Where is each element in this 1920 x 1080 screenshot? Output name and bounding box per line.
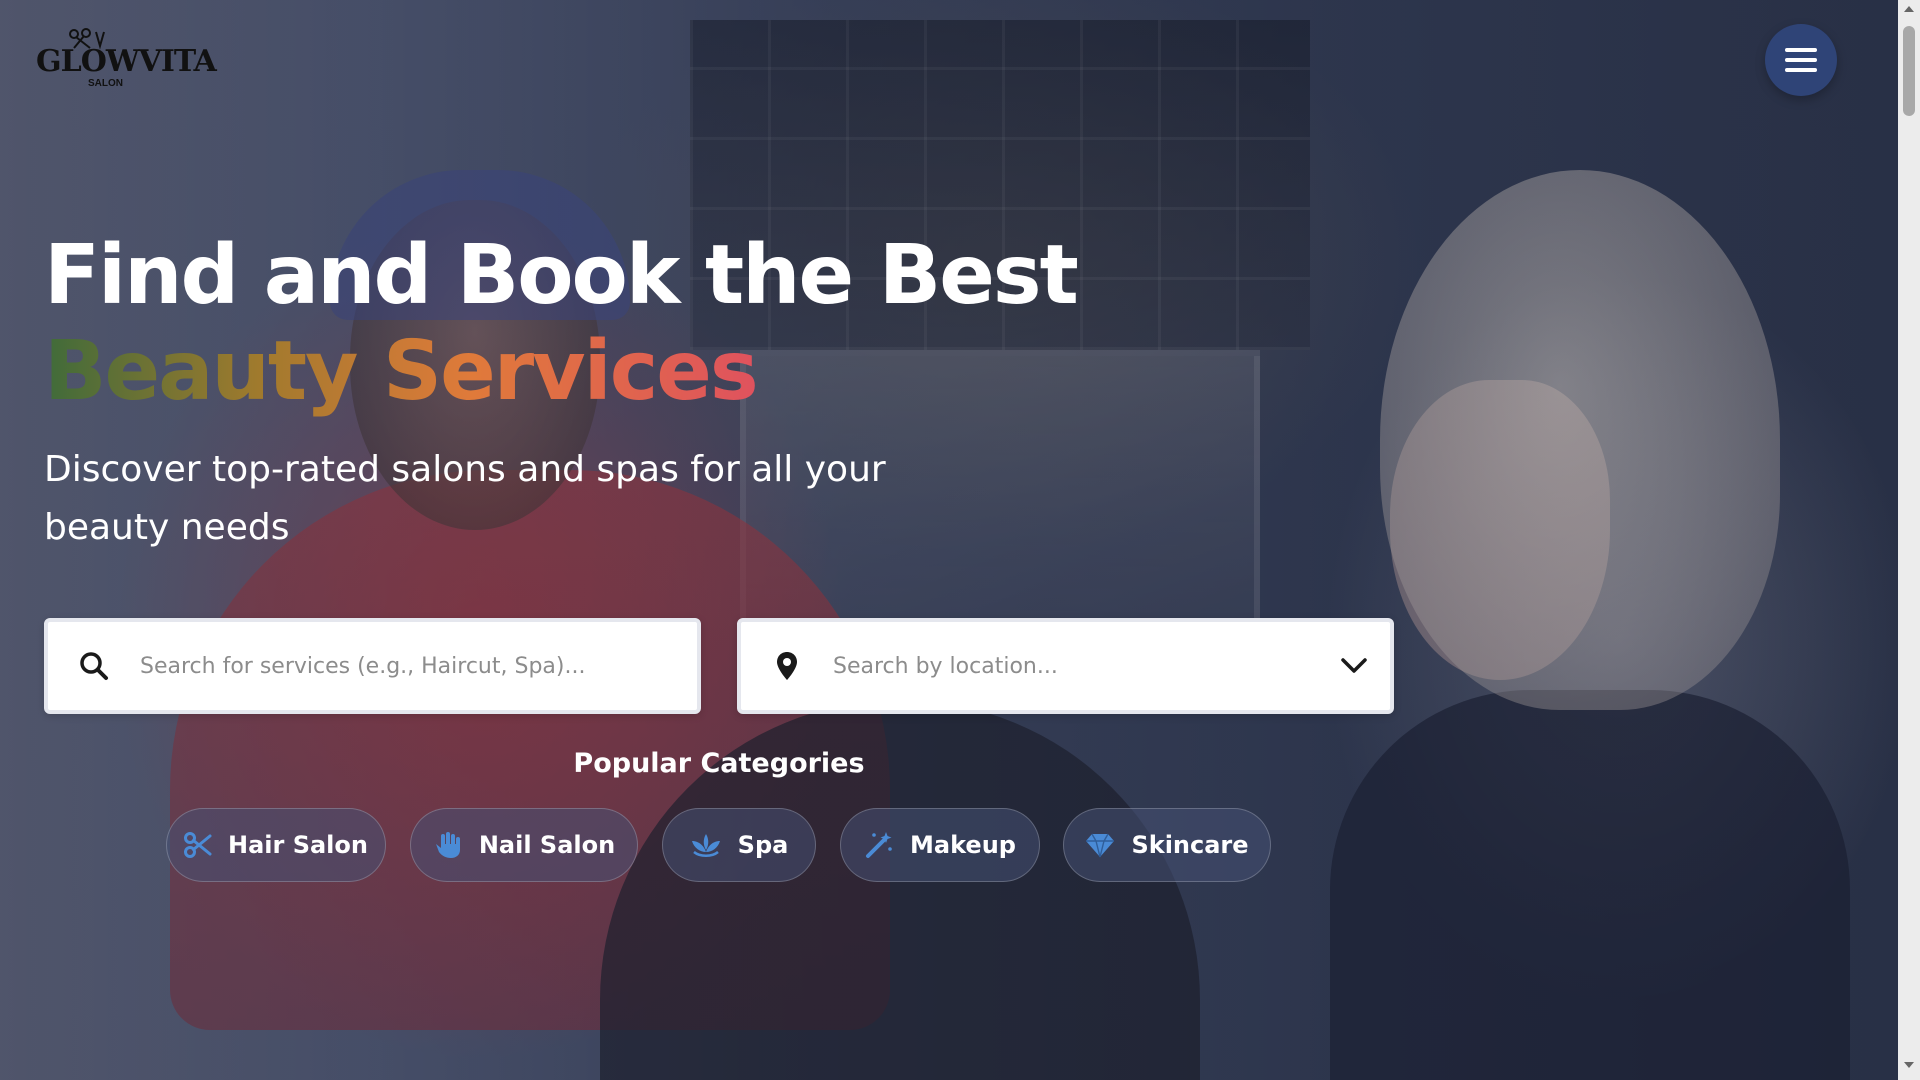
hero-title: Find and Book the Best	[44, 228, 1079, 323]
brand-logo[interactable]: GLOWVITA SALON	[36, 28, 217, 92]
service-search-box	[44, 618, 701, 714]
search-icon	[48, 651, 140, 681]
map-pin-icon	[741, 651, 833, 681]
category-nail-salon[interactable]: Nail Salon	[410, 808, 638, 882]
logo-text: GLOWVITA	[36, 44, 217, 79]
service-search-input[interactable]	[140, 653, 697, 679]
scrollbar-thumb[interactable]	[1903, 26, 1915, 116]
popular-categories-title: Popular Categories	[573, 748, 865, 779]
category-skincare[interactable]: Skincare	[1063, 808, 1271, 882]
category-label: Skincare	[1131, 831, 1249, 859]
category-label: Hair Salon	[228, 831, 368, 859]
spa-icon	[690, 832, 722, 858]
hand-icon	[433, 830, 463, 860]
chevron-down-icon	[1341, 658, 1367, 673]
magic-wand-icon	[864, 830, 894, 860]
menu-button[interactable]	[1765, 24, 1837, 96]
hero-title-accent: Beauty Services	[44, 324, 759, 419]
location-search-input[interactable]	[833, 653, 1318, 679]
location-search-box	[737, 618, 1394, 714]
hero-subtitle: Discover top-rated salons and spas for a…	[44, 449, 886, 548]
scroll-down-icon[interactable]	[1903, 1060, 1915, 1070]
page-scrollbar[interactable]	[1898, 0, 1920, 1080]
gem-icon	[1085, 832, 1115, 858]
category-label: Makeup	[910, 831, 1016, 859]
scroll-up-icon[interactable]	[1903, 4, 1915, 14]
logo-subtext: SALON	[88, 78, 123, 89]
scissors-icon	[184, 831, 212, 859]
category-label: Nail Salon	[478, 831, 616, 859]
category-hair-salon[interactable]: Hair Salon	[166, 808, 386, 882]
category-spa[interactable]: Spa	[662, 808, 816, 882]
hamburger-icon	[1785, 48, 1817, 72]
category-makeup[interactable]: Makeup	[840, 808, 1040, 882]
location-dropdown-button[interactable]	[1318, 658, 1390, 674]
category-label: Spa	[737, 831, 789, 859]
